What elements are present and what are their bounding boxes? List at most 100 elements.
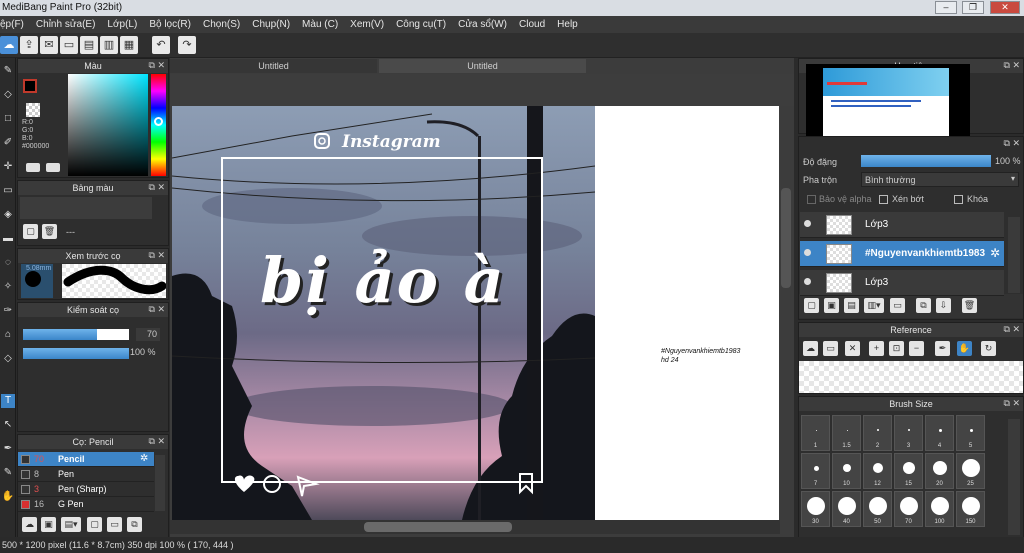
panel-float-icon[interactable]: ⧉ ✕ [149,182,165,193]
move-tool-icon[interactable]: ✛ [1,160,15,174]
maximize-button[interactable]: ❐ [962,1,984,14]
color-swap-icon[interactable] [46,163,60,172]
rect-tool-icon[interactable]: □ [1,112,15,126]
brush-size-cell[interactable]: 15 [894,453,923,489]
cloud-icon[interactable]: ☁ [0,36,18,54]
panel-float-icon[interactable]: ⧉ ✕ [149,250,165,261]
layer-item[interactable]: Lớp3 [800,270,1004,296]
brush-tool-icon[interactable]: ✎ [1,64,15,78]
new-layer-8bit-icon[interactable]: ▣ [824,298,839,313]
color-saturation-picker[interactable] [68,74,148,176]
eyedropper-icon[interactable]: ✒ [935,341,950,356]
brush-size-slider[interactable] [23,329,129,340]
panel-float-icon[interactable]: ⧉ ✕ [1004,324,1020,335]
menu-filter[interactable]: Bộ lọc(R) [143,16,197,33]
new-layer-icon[interactable]: ▢ [804,298,819,313]
select-tool-icon[interactable]: ▭ [1,184,15,198]
clip-checkbox[interactable] [879,195,888,204]
menu-tools[interactable]: Công cụ(T) [390,16,452,33]
rotate-icon[interactable]: ↻ [981,341,996,356]
comment-icon[interactable]: ✉ [40,36,58,54]
hand-tool-icon[interactable]: ✋ [1,490,15,504]
reference-canvas[interactable] [799,361,1023,393]
brush-list-item[interactable]: 3 Pen (Sharp) [18,482,154,497]
merge-layer-icon[interactable]: ⇩ [936,298,951,313]
brush-size-scrollbar[interactable] [1008,419,1020,535]
protect-alpha-checkbox[interactable] [807,195,816,204]
menu-color[interactable]: Màu (C) [296,16,344,33]
zoom-in-icon[interactable]: + [869,341,884,356]
menu-view[interactable]: Xem(V) [344,16,390,33]
cloud-brush-icon[interactable]: ☁ [22,517,37,532]
eye-icon[interactable] [804,249,811,256]
reference-cloud-icon[interactable]: ☁ [803,341,818,356]
brush-folder-icon[interactable]: ▭ [107,517,122,532]
undo-icon[interactable]: ↶ [152,36,170,54]
tab-untitled-2[interactable]: Untitled [379,59,586,73]
page-icon[interactable]: ▤ [80,36,98,54]
brush-size-cell[interactable]: 12 [863,453,892,489]
reference-close-icon[interactable]: ✕ [845,341,860,356]
eye-icon[interactable] [804,278,811,285]
blend-mode-select[interactable]: Bình thường ▾ [861,172,1019,187]
brush-size-cell[interactable]: 30 [801,491,830,527]
brush-size-cell[interactable]: 1 [801,415,830,451]
panel-float-icon[interactable]: ⧉ ✕ [149,304,165,315]
layer-scrollbar[interactable] [1008,217,1020,293]
foreground-color-swatch[interactable] [23,79,37,93]
add-brush-icon[interactable]: ▣ [41,517,56,532]
eye-icon[interactable] [804,220,811,227]
panel-float-icon[interactable]: ⧉ ✕ [1004,60,1020,71]
layer-item[interactable]: #Nguyenvankhiemtb1983 ✲ [800,241,1004,267]
brush-size-cell[interactable]: 100 [925,491,954,527]
brush-size-cell[interactable]: 3 [894,415,923,451]
gradient-tool-icon[interactable]: ▬ [1,232,15,246]
horizontal-scrollbar[interactable] [364,522,512,532]
brush-size-cell[interactable]: 7 [801,453,830,489]
magic-wand-icon[interactable]: ✧ [1,280,15,294]
menu-select[interactable]: Chọn(S) [197,16,246,33]
brush-size-cell[interactable]: 20 [925,453,954,489]
close-button[interactable]: ✕ [990,1,1020,14]
pan-tool-icon[interactable]: ✎ [1,466,15,480]
brush-size-cell[interactable]: 40 [832,491,861,527]
brush-copy-icon[interactable]: ▢ [87,517,102,532]
color-option-icon[interactable] [26,163,40,172]
brush-list-item[interactable]: 16 G Pen [18,497,154,512]
chat-icon[interactable]: ▭ [60,36,78,54]
artwork-photo[interactable]: Instagram bị ảo à [172,106,595,520]
redo-icon[interactable]: ↷ [178,36,196,54]
brush-size-cell[interactable]: 5 [956,415,985,451]
fit-icon[interactable]: ⊡ [889,341,904,356]
minimize-button[interactable]: – [935,1,957,14]
reference-open-icon[interactable]: ▭ [823,341,838,356]
menu-file[interactable]: ệp(F) [0,16,30,33]
panel-float-icon[interactable]: ⧉ ✕ [1004,398,1020,409]
share-icon[interactable]: ⇪ [20,36,38,54]
menu-layer[interactable]: Lớp(L) [101,16,143,33]
dropper-tool-icon[interactable]: ✒ [1,442,15,456]
menu-help[interactable]: Help [551,16,584,33]
layer-folder-icon[interactable]: ▭ [890,298,905,313]
panel-float-icon[interactable]: ⧉ ✕ [1004,138,1020,149]
layer-menu-icon[interactable]: ▥▾ [864,298,884,313]
brush-size-value[interactable]: 70 [136,328,160,341]
brush-size-cell[interactable]: 25 [956,453,985,489]
background-color-swatch[interactable] [26,103,40,117]
new-palette-icon[interactable]: ▢ [23,224,38,239]
select-eraser-icon[interactable]: ◇ [1,352,15,366]
operation-tool-icon[interactable]: ↖ [1,418,15,432]
gear-icon[interactable]: ✲ [990,246,1000,260]
lasso-tool-icon[interactable]: ◌ [1,256,15,270]
delete-palette-icon[interactable]: 🗑 [42,224,57,239]
select-pen-icon[interactable]: ✑ [1,304,15,318]
panel-float-icon[interactable]: ⧉ ✕ [149,436,165,447]
delete-layer-icon[interactable]: 🗑 [962,298,977,313]
eraser-tool-icon[interactable]: ◇ [1,88,15,102]
eyedropper-icon[interactable]: ⌂ [1,328,15,342]
document-icon[interactable]: ▥ [100,36,118,54]
brush-settings-icon[interactable]: ⧉ [127,517,142,532]
menu-snap[interactable]: Chụp(N) [246,16,296,33]
palette-swatch-area[interactable] [20,197,152,219]
vertical-scrollbar[interactable] [781,188,791,288]
